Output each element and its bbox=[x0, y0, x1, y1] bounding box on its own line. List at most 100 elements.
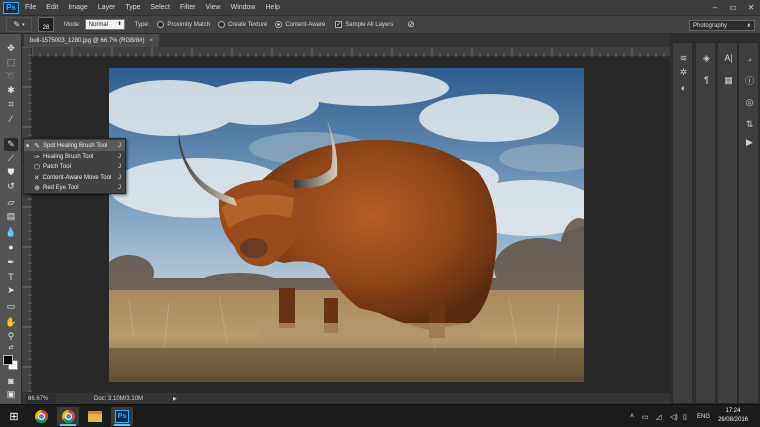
photo-illustration bbox=[109, 68, 584, 382]
layers-icon[interactable]: ◈ bbox=[696, 51, 717, 65]
network-icon[interactable]: ◿ bbox=[656, 405, 661, 427]
tool-preset-picker[interactable]: ✎ ▾ bbox=[6, 17, 32, 32]
menu-view[interactable]: View bbox=[206, 4, 221, 11]
taskbar-photoshop[interactable]: Ps bbox=[111, 407, 133, 426]
clone-stamp-tool-icon[interactable]: ⛊ bbox=[4, 166, 18, 179]
menu-filter[interactable]: Filter bbox=[180, 4, 196, 11]
histogram-icon[interactable]: ≋ bbox=[673, 51, 694, 65]
dodge-tool-icon[interactable]: ● bbox=[4, 240, 18, 253]
history-icon[interactable]: ⇅ bbox=[739, 117, 760, 131]
info-icon[interactable]: ⓘ bbox=[739, 73, 760, 87]
hand-tool-icon[interactable]: ✋ bbox=[4, 316, 18, 329]
eraser-tool-icon[interactable]: ▱ bbox=[4, 196, 18, 209]
ruler-ticks bbox=[22, 47, 32, 392]
brush-size-picker[interactable]: 28 bbox=[38, 17, 54, 32]
taskbar-clock[interactable]: 17:24 26/08/2016 bbox=[718, 407, 748, 425]
menu-window[interactable]: Window bbox=[231, 4, 256, 11]
minimize-button[interactable]: – bbox=[706, 0, 724, 15]
menu-layer[interactable]: Layer bbox=[98, 4, 116, 11]
menu-file[interactable]: File bbox=[25, 4, 36, 11]
language-indicator[interactable]: ENG bbox=[697, 405, 710, 427]
rectangle-tool-icon[interactable]: ▭ bbox=[4, 300, 18, 313]
proximity-match-radio[interactable] bbox=[157, 21, 165, 28]
mode-select[interactable]: Normal ⬍ bbox=[84, 19, 125, 30]
crop-tool-icon[interactable]: ⌗ bbox=[4, 98, 18, 111]
close-tab-icon[interactable]: × bbox=[150, 38, 154, 44]
character-icon[interactable]: A| bbox=[718, 51, 739, 65]
content-aware-radio[interactable] bbox=[275, 21, 283, 28]
spot-healing-icon: ✎ bbox=[13, 20, 21, 29]
volume-icon[interactable]: ◁) bbox=[670, 405, 678, 427]
healing-tools-flyout: ■ ✎ Spot Healing Brush Tool J ✑ Healing … bbox=[23, 138, 126, 194]
history-brush-tool-icon[interactable]: ↺ bbox=[4, 180, 18, 193]
menu-select[interactable]: Select bbox=[151, 4, 170, 11]
photoshop-icon: Ps bbox=[115, 410, 129, 423]
show-hidden-icons-icon[interactable]: ˄ bbox=[630, 405, 634, 427]
flyout-item-patch[interactable]: ⬡ Patch Tool J bbox=[24, 161, 125, 172]
default-colors-icon[interactable]: ⇄ bbox=[4, 342, 18, 352]
pressure-size-icon[interactable]: ⊘ bbox=[407, 19, 415, 30]
battery-icon[interactable]: ▭ bbox=[642, 405, 649, 427]
spot-healing-tool-icon[interactable]: ✎ bbox=[4, 138, 18, 151]
menu-help[interactable]: Help bbox=[266, 4, 280, 11]
menu-type[interactable]: Type bbox=[125, 4, 140, 11]
windows-taskbar: ⊞ Ps ˄ ▭ ◿ ◁) ▯ ENG 17:24 26/08/2016 bbox=[0, 404, 760, 427]
photoshop-logo-icon: Ps bbox=[3, 1, 19, 14]
screen-mode-icon[interactable]: ▣ bbox=[4, 388, 18, 401]
flyout-item-shortcut: J bbox=[118, 163, 121, 170]
flyout-item-label: Red Eye Tool bbox=[43, 184, 79, 191]
adjustments-icon[interactable]: ◎ bbox=[739, 95, 760, 109]
taskbar-chrome-2[interactable] bbox=[57, 407, 79, 426]
foreground-color-swatch[interactable] bbox=[3, 355, 13, 365]
document-tab[interactable]: bull-1575003_1280.jpg @ 66.7% (RGB/8#) × bbox=[24, 34, 160, 47]
color-icon[interactable]: ◐ bbox=[673, 81, 694, 95]
document-tab-bar: bull-1575003_1280.jpg @ 66.7% (RGB/8#) × bbox=[22, 34, 670, 47]
quick-selection-tool-icon[interactable]: ✱ bbox=[4, 84, 18, 97]
canvas-area[interactable] bbox=[32, 57, 670, 392]
brush-presets-icon[interactable]: ⟓ bbox=[739, 51, 760, 65]
healing-brush-icon: ✑ bbox=[34, 153, 40, 161]
taskbar-file-explorer[interactable] bbox=[84, 407, 106, 426]
horizontal-ruler[interactable] bbox=[32, 47, 670, 57]
paragraph-icon[interactable]: ¶ bbox=[696, 73, 717, 87]
patch-icon: ⬡ bbox=[33, 163, 41, 171]
windows-start-icon[interactable]: ⊞ bbox=[7, 410, 21, 423]
highland-cow-photo[interactable] bbox=[109, 68, 584, 382]
gradient-tool-icon[interactable]: ▤ bbox=[4, 210, 18, 223]
marquee-tool-icon[interactable]: ⬚ bbox=[4, 56, 18, 69]
zoom-level-field[interactable]: 66.67% bbox=[26, 394, 56, 403]
sample-all-layers-checkbox[interactable]: ✓ bbox=[335, 21, 343, 28]
flyout-item-spot-healing[interactable]: ■ ✎ Spot Healing Brush Tool J bbox=[24, 140, 125, 151]
chevron-down-icon: ⬍ bbox=[746, 22, 751, 29]
lasso-tool-icon[interactable]: ➰ bbox=[4, 70, 18, 83]
pen-tool-icon[interactable]: ✒ bbox=[4, 256, 18, 269]
options-bar: ✎ ▾ 28 Mode: Normal ⬍ Type: Proximity Mat… bbox=[0, 15, 760, 34]
brush-tool-icon[interactable]: ⟋ bbox=[4, 152, 18, 165]
flyout-item-red-eye[interactable]: ⊕ Red Eye Tool J bbox=[24, 182, 125, 193]
blur-tool-icon[interactable]: 💧 bbox=[4, 226, 18, 239]
menu-edit[interactable]: Edit bbox=[46, 4, 58, 11]
tools-panel: ✥ ⬚ ➰ ✱ ⌗ ⁄ ✎ ⟋ ⛊ ↺ ▱ ▤ 💧 ● ✒ T ➤ ▭ ✋ ⚲ … bbox=[0, 34, 22, 404]
workspace-select[interactable]: Photography ⬍ bbox=[689, 20, 755, 31]
vertical-ruler[interactable] bbox=[22, 47, 32, 392]
mode-label: Mode: bbox=[64, 21, 81, 28]
selected-bullet-icon: ■ bbox=[25, 142, 30, 149]
create-texture-radio[interactable] bbox=[218, 21, 226, 28]
menu-bar: Ps File Edit Image Layer Type Select Fil… bbox=[0, 0, 760, 15]
flyout-item-shortcut: J bbox=[118, 142, 121, 149]
actions-play-icon[interactable]: ▶ bbox=[739, 135, 760, 149]
swatches-icon[interactable]: ▦ bbox=[718, 73, 739, 87]
type-tool-icon[interactable]: T bbox=[4, 270, 18, 283]
eyedropper-tool-icon[interactable]: ⁄ bbox=[4, 112, 18, 125]
maximize-button[interactable]: ▭ bbox=[724, 0, 742, 15]
quick-mask-icon[interactable]: ◙ bbox=[4, 374, 18, 387]
move-tool-icon[interactable]: ✥ bbox=[4, 42, 18, 55]
status-menu-arrow-icon[interactable]: ▶ bbox=[173, 396, 177, 402]
panel-column-3: A| ▦ bbox=[717, 42, 738, 404]
path-selection-tool-icon[interactable]: ➤ bbox=[4, 284, 18, 297]
action-center-icon[interactable]: ▯ bbox=[683, 405, 687, 427]
taskbar-chrome-1[interactable] bbox=[30, 407, 52, 426]
menu-image[interactable]: Image bbox=[68, 4, 87, 11]
navigator-icon[interactable]: ✲ bbox=[673, 65, 694, 79]
close-button[interactable]: ✕ bbox=[742, 0, 760, 15]
